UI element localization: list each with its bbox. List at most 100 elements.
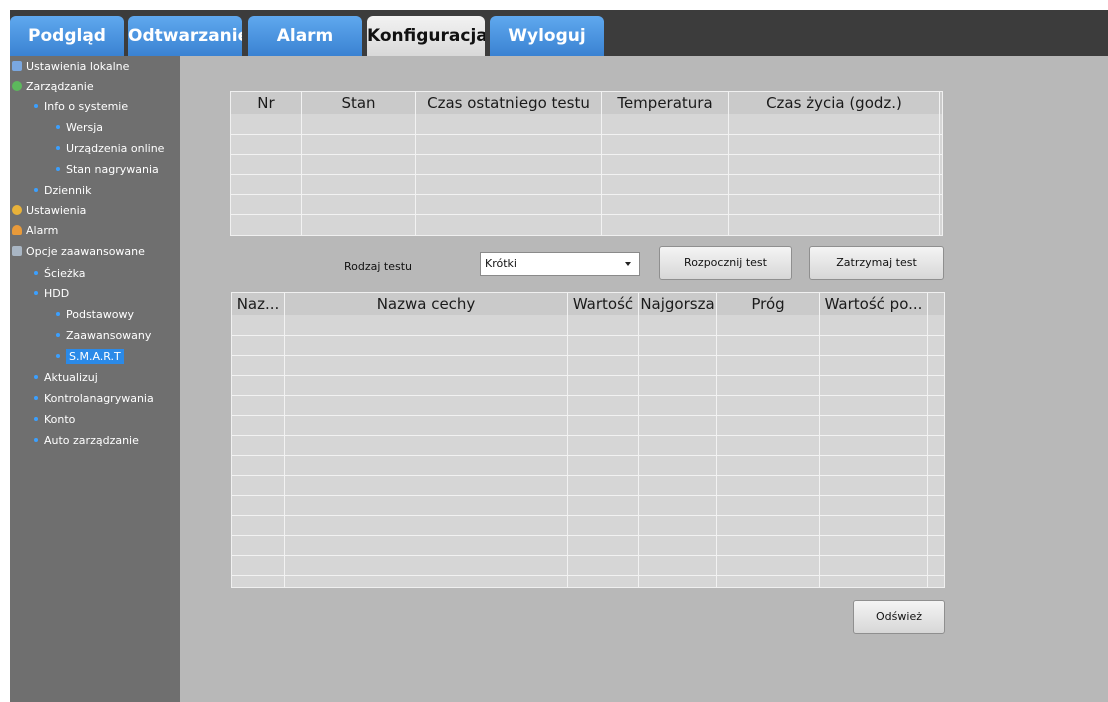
sidebar-item-sciezka[interactable]: Ścieżka (34, 265, 86, 283)
sidebar-item-ustawienia-lokalne[interactable]: Ustawienia lokalne (12, 58, 129, 76)
chevron-down-icon (625, 262, 631, 266)
sidebar-item-label: Zarządzanie (26, 80, 94, 93)
test-type-select[interactable]: Krótki (480, 252, 640, 276)
column-header-najgorsza[interactable]: Najgorsza (639, 293, 716, 315)
bullet-icon (56, 312, 60, 316)
grid-line (232, 375, 944, 376)
bullet-icon (34, 188, 38, 192)
sidebar-item-hdd[interactable]: HDD (34, 285, 69, 303)
column-header-nazwa-cechy[interactable]: Nazwa cechy (285, 293, 567, 315)
sidebar-item-zaawansowany[interactable]: Zaawansowany (56, 327, 151, 345)
grid-line (232, 335, 944, 336)
bullet-icon (34, 396, 38, 400)
bullet-icon (56, 333, 60, 337)
sidebar-item-auto-zarzadzanie[interactable]: Auto zarządzanie (34, 432, 139, 450)
start-test-button[interactable]: Rozpocznij test (659, 246, 792, 280)
table-header: Nr Stan Czas ostatniego testu Temperatur… (231, 92, 942, 114)
sidebar-item-dziennik[interactable]: Dziennik (34, 182, 91, 200)
grid-line (716, 293, 717, 587)
tools-icon (12, 246, 22, 256)
sidebar: Ustawienia lokalne Zarządzanie Info o sy… (10, 56, 180, 702)
grid-line (231, 194, 942, 195)
grid-line (232, 455, 944, 456)
grid-line (819, 293, 820, 587)
sidebar-item-label: Ustawienia lokalne (26, 60, 130, 73)
tab-odtwarzanie[interactable]: Odtwarzanie (128, 16, 242, 56)
sidebar-item-konto[interactable]: Konto (34, 411, 75, 429)
test-type-label: Rodzaj testu (344, 260, 413, 273)
sidebar-item-label: Stan nagrywania (66, 163, 159, 176)
sidebar-item-kontrolanagrywania[interactable]: Kontrolanagrywania (34, 390, 154, 408)
grid-line (232, 575, 944, 576)
sidebar-item-label: Ścieżka (44, 267, 86, 280)
test-status-table[interactable]: Nr Stan Czas ostatniego testu Temperatur… (230, 91, 943, 236)
grid-line (232, 535, 944, 536)
sidebar-item-ustawienia[interactable]: Ustawienia (12, 202, 86, 220)
sidebar-item-stan-nagrywania[interactable]: Stan nagrywania (56, 161, 159, 179)
grid-line (231, 134, 942, 135)
gear-icon (12, 205, 22, 215)
sidebar-item-label: Podstawowy (66, 308, 134, 321)
sidebar-item-label: Kontrolanagrywania (44, 392, 154, 405)
grid-line (231, 214, 942, 215)
sidebar-item-label: Opcje zaawansowane (26, 245, 145, 258)
grid-line (231, 174, 942, 175)
tab-konfiguracja[interactable]: Konfiguracja (367, 16, 485, 56)
grid-line (927, 293, 928, 587)
grid-line (232, 515, 944, 516)
bullet-icon (34, 417, 38, 421)
tab-podglad[interactable]: Podgląd (10, 16, 124, 56)
bullet-icon (56, 167, 60, 171)
sidebar-item-zarzadzanie[interactable]: Zarządzanie (12, 78, 94, 96)
refresh-button[interactable]: Odśwież (853, 600, 945, 634)
stop-test-button[interactable]: Zatrzymaj test (809, 246, 944, 280)
app-window: Podgląd Odtwarzanie Alarm Konfiguracja W… (0, 0, 1108, 702)
grid-line (638, 293, 639, 587)
sidebar-item-opcje-zaawansowane[interactable]: Opcje zaawansowane (12, 243, 145, 261)
sidebar-item-label: Ustawienia (26, 204, 87, 217)
sidebar-item-label: Aktualizuj (44, 371, 98, 384)
column-header-stan[interactable]: Stan (302, 92, 415, 114)
sidebar-item-label: Konto (44, 413, 76, 426)
grid-line (284, 293, 285, 587)
sidebar-item-info-o-systemie[interactable]: Info o systemie (34, 98, 128, 116)
bell-icon (12, 225, 22, 235)
column-header-czas-ostatniego-testu[interactable]: Czas ostatniego testu (416, 92, 601, 114)
sidebar-item-label: Dziennik (44, 184, 92, 197)
main-content: Nr Stan Czas ostatniego testu Temperatur… (180, 56, 1108, 702)
tab-wyloguj[interactable]: Wyloguj (490, 16, 604, 56)
tab-alarm[interactable]: Alarm (248, 16, 362, 56)
sidebar-item-label: Alarm (26, 224, 59, 237)
sidebar-item-podstawowy[interactable]: Podstawowy (56, 306, 134, 324)
sidebar-item-urzadzenia-online[interactable]: Urządzenia online (56, 140, 164, 158)
sidebar-item-label: Wersja (66, 121, 104, 134)
smart-attributes-table[interactable]: Naz... Nazwa cechy Wartość Najgorsza Pró… (231, 292, 945, 588)
sidebar-item-label: S.M.A.R.T (66, 349, 124, 364)
sidebar-item-label: HDD (44, 287, 70, 300)
grid-line (231, 154, 942, 155)
grid-line (232, 355, 944, 356)
column-header-prog[interactable]: Próg (717, 293, 819, 315)
grid-line (232, 395, 944, 396)
sidebar-item-alarm[interactable]: Alarm (12, 222, 58, 240)
sidebar-item-label: Auto zarządzanie (44, 434, 139, 447)
column-header-nr[interactable]: Nr (231, 92, 301, 114)
bullet-icon (34, 271, 38, 275)
bullet-icon (34, 375, 38, 379)
sidebar-item-wersja[interactable]: Wersja (56, 119, 103, 137)
column-header-wartosc-po[interactable]: Wartość po... (820, 293, 927, 315)
sidebar-item-aktualizuj[interactable]: Aktualizuj (34, 369, 98, 387)
bullet-icon (34, 438, 38, 442)
column-header-wartosc[interactable]: Wartość (568, 293, 638, 315)
grid-line (232, 415, 944, 416)
column-header-id[interactable]: Naz... (232, 293, 284, 315)
grid-line (567, 293, 568, 587)
sidebar-item-smart[interactable]: S.M.A.R.T (56, 348, 124, 366)
bullet-icon (56, 125, 60, 129)
bullet-icon (56, 354, 60, 358)
test-type-value: Krótki (485, 257, 517, 270)
column-header-czas-zycia[interactable]: Czas życia (godz.) (729, 92, 939, 114)
column-header-temperatura[interactable]: Temperatura (602, 92, 728, 114)
grid-line (232, 475, 944, 476)
sidebar-item-label: Zaawansowany (66, 329, 152, 342)
